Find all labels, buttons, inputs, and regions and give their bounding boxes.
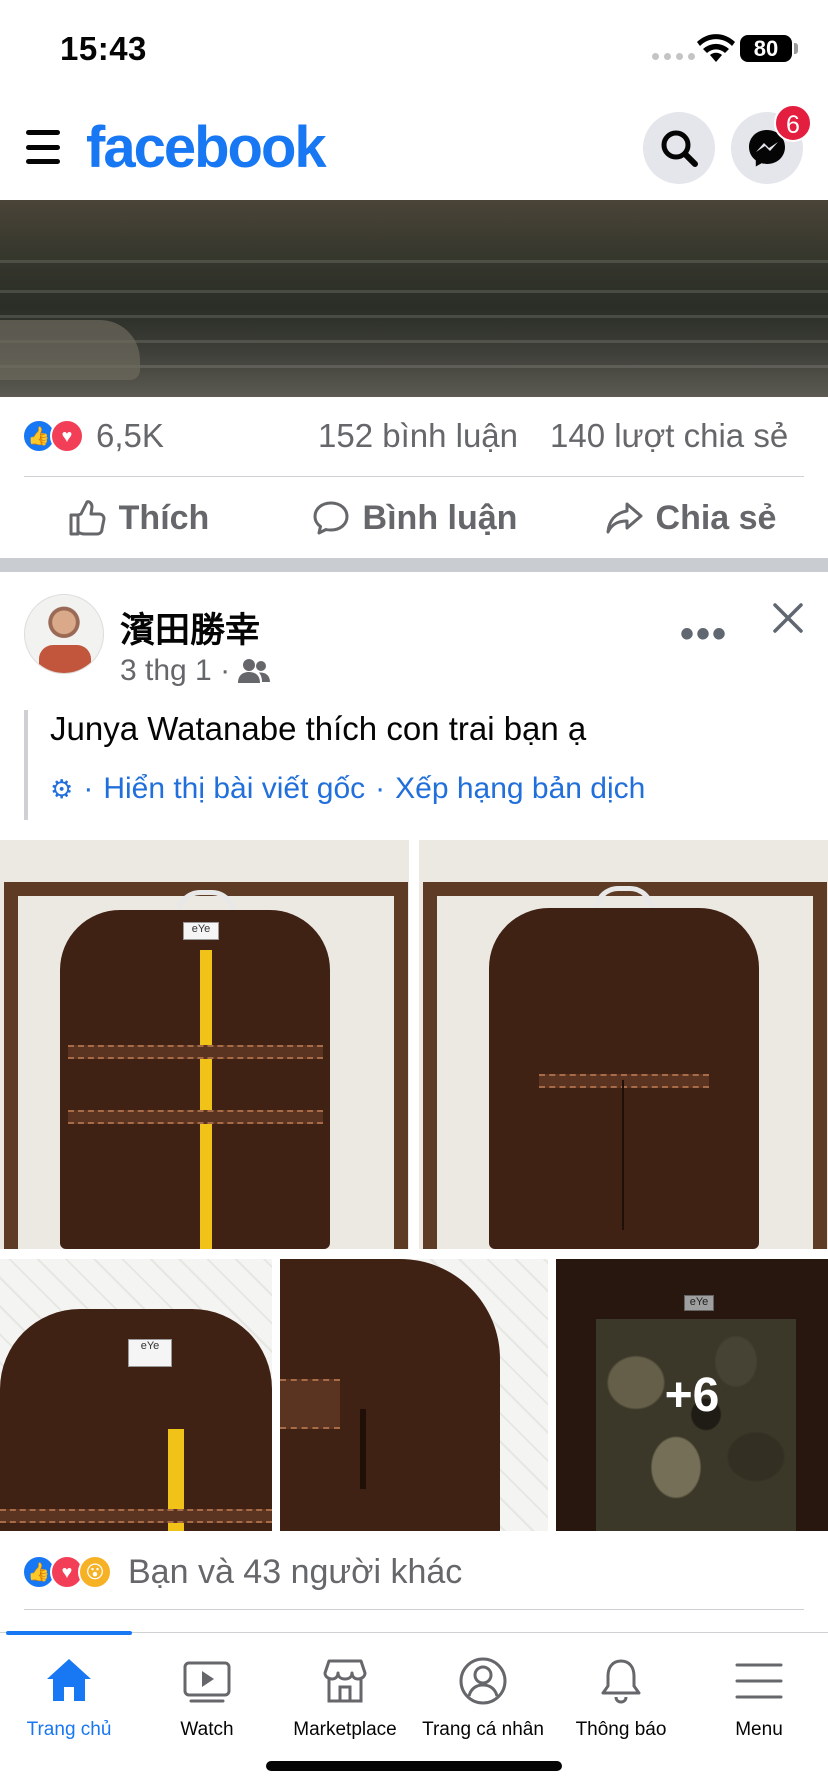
- comment-count[interactable]: 152 bình luận: [318, 417, 518, 455]
- nav-watch[interactable]: Watch: [138, 1655, 276, 1741]
- divider: [24, 476, 804, 477]
- more-options-icon[interactable]: •••: [680, 612, 728, 657]
- feed-separator: [0, 558, 828, 572]
- messenger-badge: 6: [774, 104, 812, 142]
- previous-post-image[interactable]: [0, 200, 828, 397]
- more-photos-count[interactable]: +6: [556, 1259, 828, 1531]
- reaction-icons: 👍 ♥: [22, 419, 84, 453]
- search-button[interactable]: [643, 112, 715, 184]
- nav-menu[interactable]: Menu: [690, 1655, 828, 1741]
- battery-indicator: 80: [740, 35, 792, 62]
- author-name[interactable]: 濱田勝幸: [120, 602, 260, 653]
- translation-separator: ·: [83, 772, 94, 805]
- love-reaction-icon: ♥: [50, 419, 84, 453]
- home-indicator[interactable]: [266, 1761, 562, 1771]
- profile-icon: [459, 1657, 507, 1705]
- marketplace-icon: [323, 1659, 367, 1703]
- post-date[interactable]: 3 thg 1 ·: [120, 654, 230, 688]
- post-action-bar: Thích Bình luận Chia sẻ: [0, 478, 828, 558]
- facebook-logo[interactable]: facebook: [86, 114, 327, 181]
- post-photo-5[interactable]: eYe +6: [556, 1259, 828, 1531]
- share-button[interactable]: Chia sẻ: [552, 478, 828, 558]
- translation-separator: ·: [375, 772, 386, 805]
- active-tab-indicator: [6, 1631, 132, 1635]
- post-photo-3[interactable]: eYe: [0, 1259, 272, 1531]
- bell-icon: [601, 1659, 641, 1704]
- post-meta: 3 thg 1 ·: [120, 654, 271, 688]
- status-time: 15:43: [60, 30, 147, 67]
- post-header: 濱田勝幸 3 thg 1 · •••: [0, 572, 828, 692]
- nav-marketplace[interactable]: Marketplace: [276, 1655, 414, 1741]
- author-avatar[interactable]: [24, 594, 104, 674]
- battery-tip: [794, 43, 798, 54]
- wifi-icon: [697, 34, 735, 62]
- comment-icon: [313, 501, 349, 535]
- like-button[interactable]: Thích: [0, 478, 276, 558]
- nav-label: Trang cá nhân: [422, 1719, 544, 1740]
- reaction-icons: 👍 ♥ 😮: [22, 1555, 112, 1589]
- nav-label: Thông báo: [575, 1719, 667, 1740]
- post-text: Junya Watanabe thích con trai bạn ạ: [50, 710, 587, 747]
- show-original-link[interactable]: Hiển thị bài viết gốc: [103, 772, 365, 806]
- status-bar: 15:43 80: [0, 0, 828, 100]
- share-icon: [606, 502, 643, 534]
- post-photo-4[interactable]: [280, 1259, 548, 1531]
- search-icon: [661, 130, 698, 167]
- share-label: Chia sẻ: [655, 498, 777, 537]
- menu-icon: [735, 1663, 783, 1699]
- app-header: facebook 6: [0, 100, 828, 200]
- reaction-count[interactable]: 6,5K: [96, 417, 164, 455]
- previous-post-reactions[interactable]: 👍 ♥ 6,5K 152 bình luận 140 lượt chia sẻ: [0, 397, 828, 477]
- comment-label: Bình luận: [362, 498, 518, 537]
- translated-post-text: Junya Watanabe thích con trai bạn ạ ⚙ · …: [24, 710, 804, 820]
- thumbs-up-icon: [69, 500, 106, 536]
- hamburger-menu-icon[interactable]: [26, 130, 60, 164]
- rate-translation-link[interactable]: Xếp hạng bản dịch: [395, 772, 645, 806]
- translation-links: ⚙ · Hiển thị bài viết gốc · Xếp hạng bản…: [50, 772, 645, 806]
- gear-icon[interactable]: ⚙: [50, 774, 73, 805]
- nav-home[interactable]: Trang chủ: [0, 1655, 138, 1741]
- share-count[interactable]: 140 lượt chia sẻ: [550, 417, 788, 455]
- nav-label: Watch: [180, 1719, 234, 1740]
- nav-profile[interactable]: Trang cá nhân: [414, 1655, 552, 1741]
- post-reactions[interactable]: 👍 ♥ 😮 Bạn và 43 người khác: [0, 1535, 828, 1610]
- divider: [24, 1609, 804, 1610]
- friends-icon: [238, 659, 271, 683]
- post-photo-2[interactable]: [419, 840, 828, 1249]
- home-icon: [47, 1659, 91, 1701]
- like-label: Thích: [118, 498, 210, 537]
- reactions-summary[interactable]: Bạn và 43 người khác: [128, 1553, 462, 1592]
- nav-label: Trang chủ: [26, 1719, 112, 1740]
- nav-notifications[interactable]: Thông báo: [552, 1655, 690, 1741]
- wow-reaction-icon: 😮: [78, 1555, 112, 1589]
- cellular-signal-icon: [652, 53, 695, 60]
- comment-button[interactable]: Bình luận: [276, 478, 552, 558]
- nav-label: Marketplace: [293, 1719, 397, 1740]
- close-icon[interactable]: [770, 600, 806, 636]
- watch-icon: [183, 1661, 231, 1703]
- nav-label: Menu: [735, 1719, 783, 1740]
- post-photo-1[interactable]: eYe: [0, 840, 409, 1249]
